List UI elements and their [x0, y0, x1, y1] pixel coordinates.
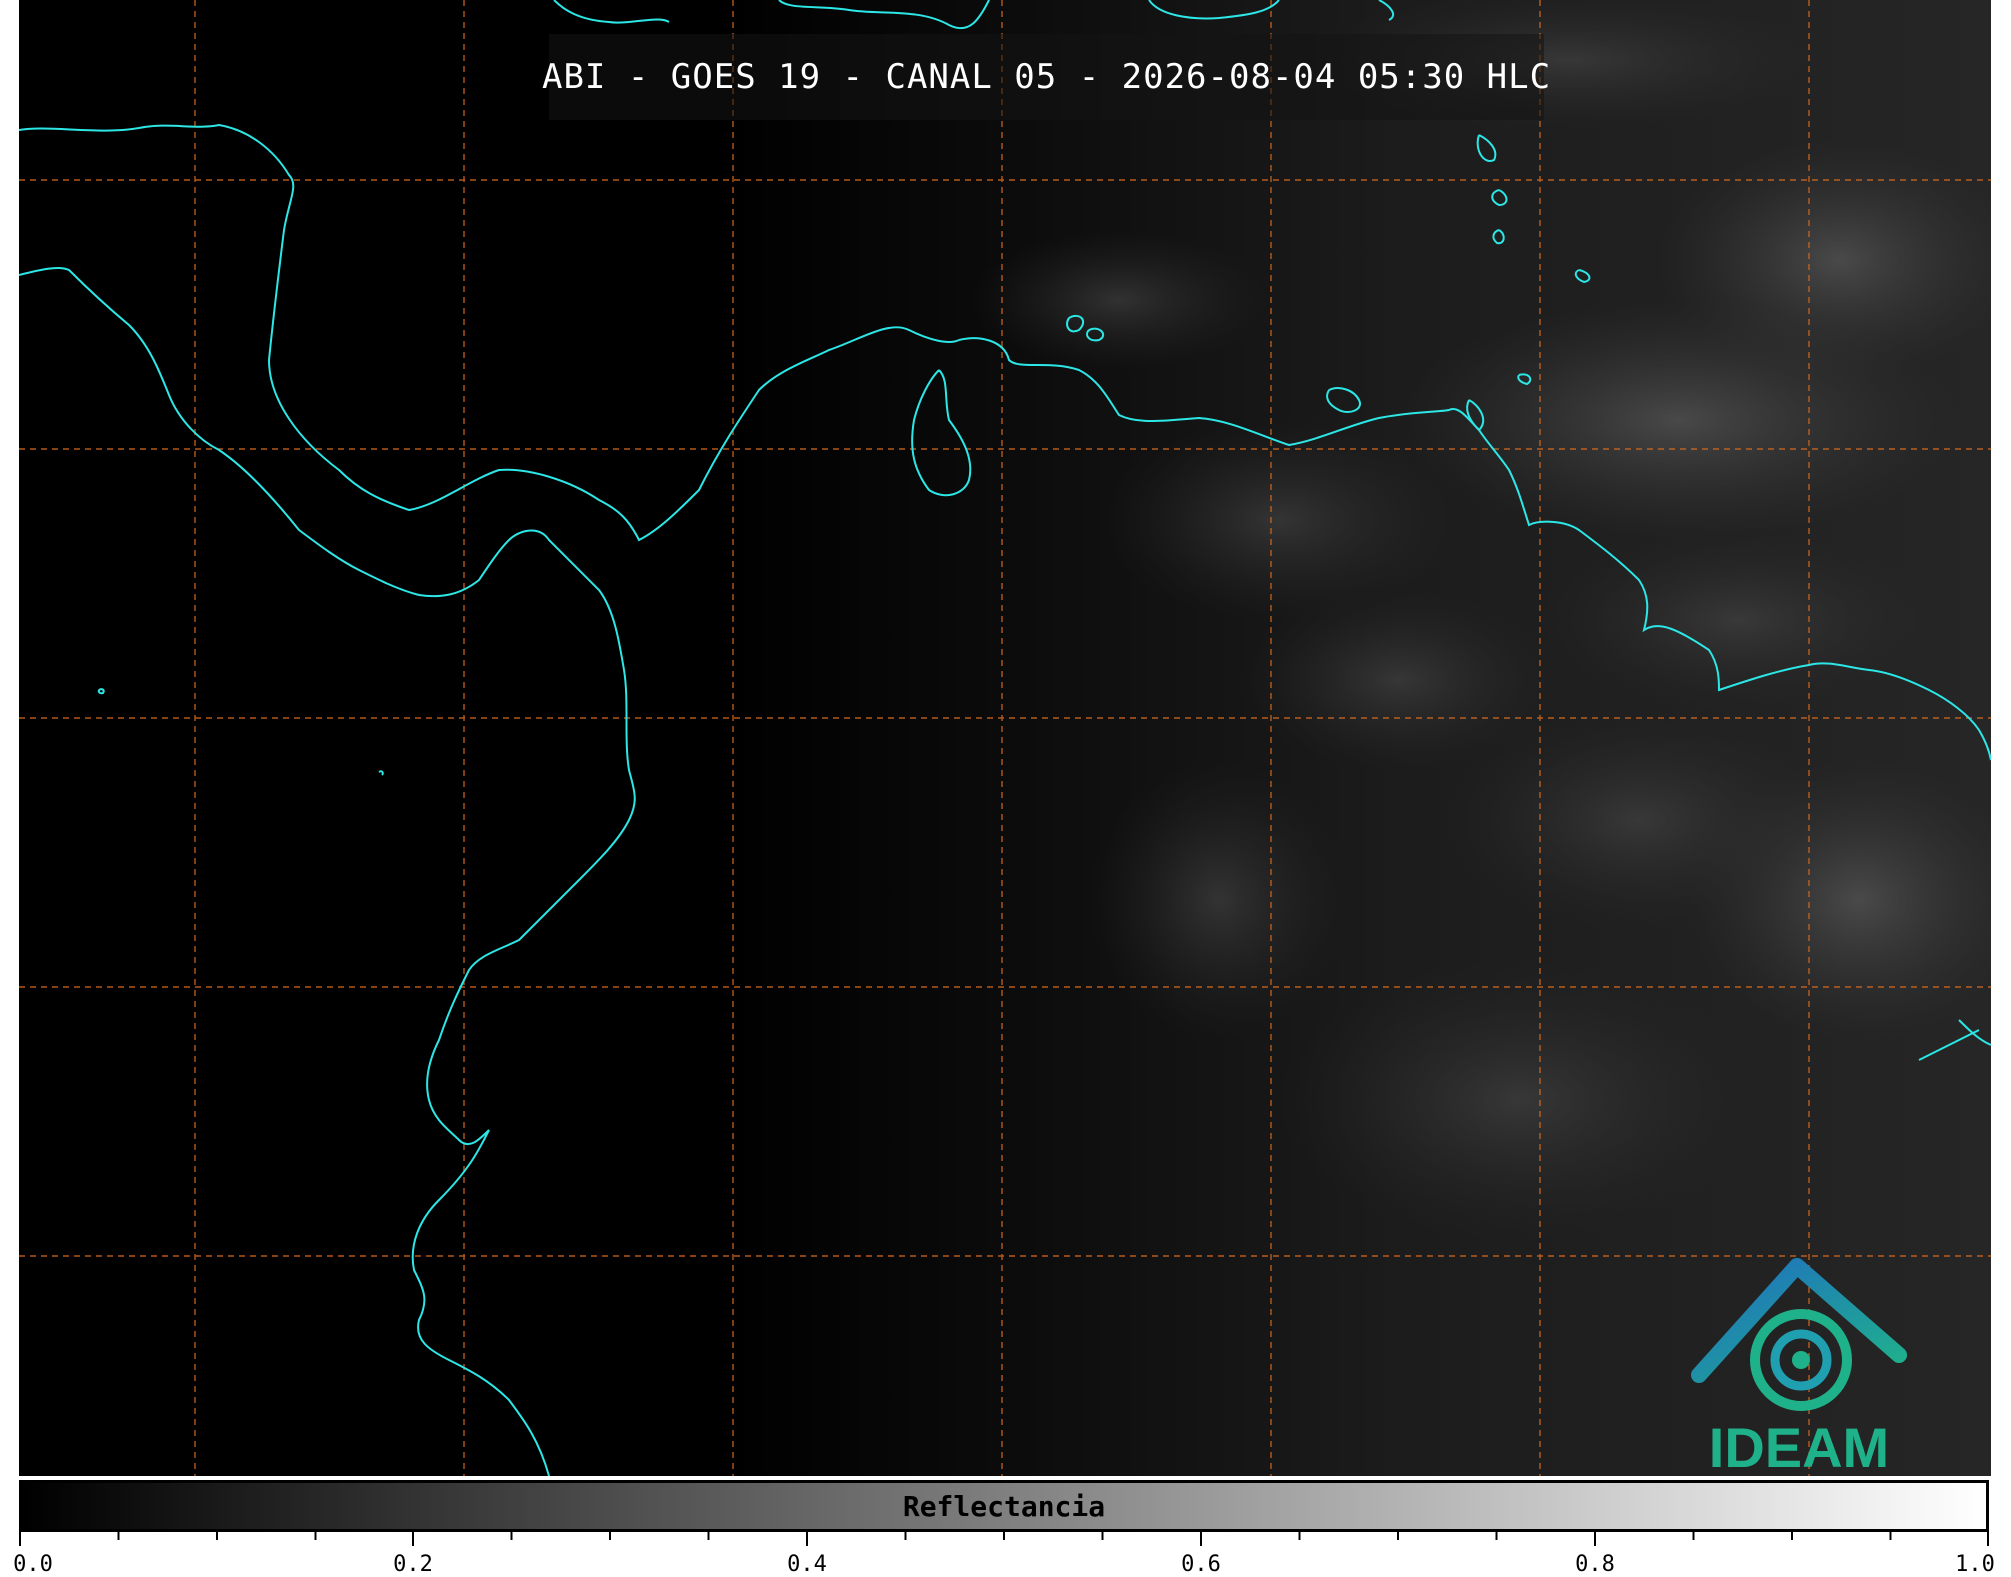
- tick-label: 1.0: [1955, 1552, 1995, 1577]
- tick-label: 0.2: [393, 1552, 433, 1577]
- colorbar-tick-marks: [19, 1532, 1989, 1546]
- tick-label: 0.4: [787, 1552, 827, 1577]
- tick-label: 0.8: [1575, 1552, 1615, 1577]
- tick-label: 0.0: [13, 1552, 53, 1577]
- map-title: ABI - GOES 19 - CANAL 05 - 2026-08-04 05…: [542, 34, 1550, 120]
- logo-text: IDEAM: [1708, 1416, 1890, 1476]
- ideam-logo: IDEAM: [1684, 1255, 1914, 1476]
- colorbar-label: Reflectancia: [902, 1489, 1106, 1523]
- colorbar: Reflectancia: [19, 1480, 1989, 1532]
- satellite-image-panel: ABI - GOES 19 - CANAL 05 - 2026-08-04 05…: [19, 0, 1991, 1476]
- tick-label: 0.6: [1181, 1552, 1221, 1577]
- colorbar-ticks: 0.0 0.2 0.4 0.6 0.8 1.0: [13, 1532, 1995, 1577]
